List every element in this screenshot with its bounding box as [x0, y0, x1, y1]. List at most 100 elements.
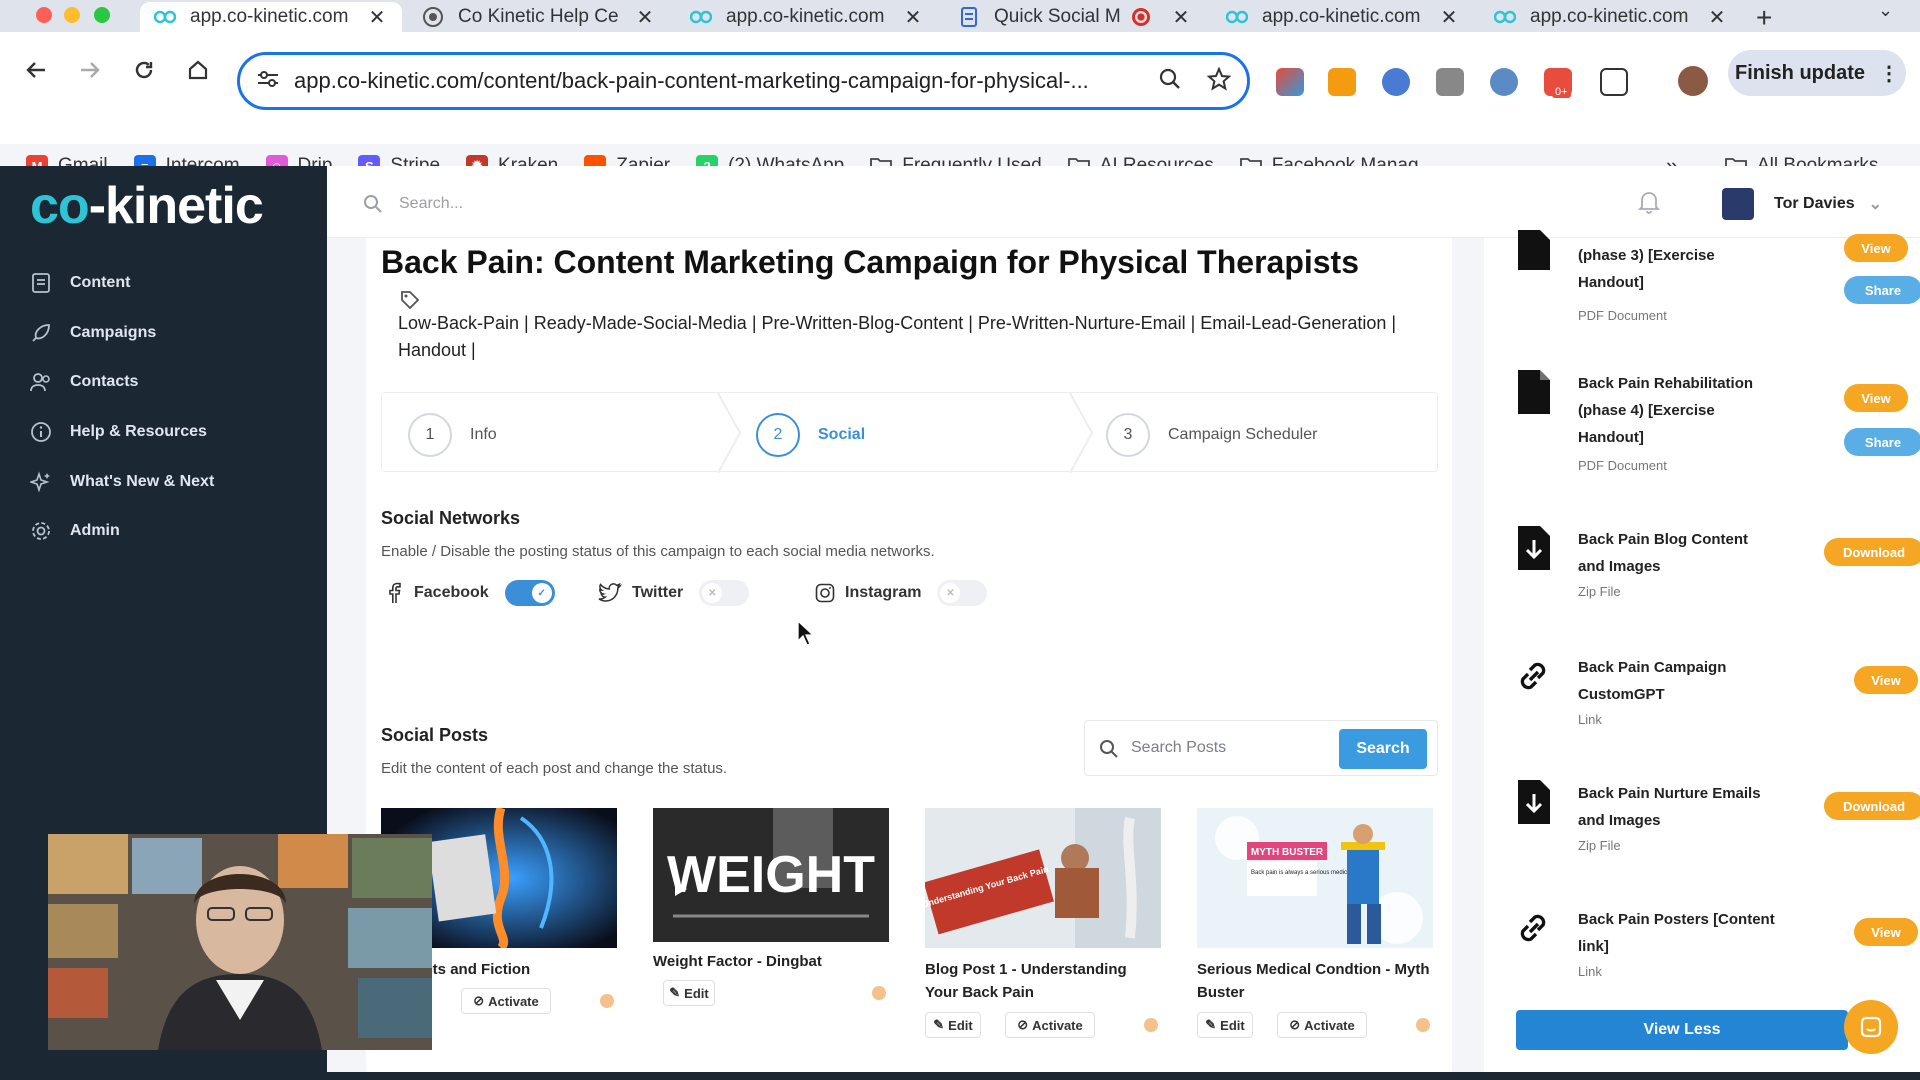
co-kinetic-logo[interactable]: co-kinetic [30, 176, 264, 236]
sidebar-item-campaigns[interactable]: Campaigns [30, 322, 156, 344]
share-button[interactable]: Share [1844, 428, 1920, 456]
minimize-window-button[interactable] [64, 7, 80, 23]
chat-icon [1860, 1016, 1882, 1038]
co-kinetic-favicon-icon [1226, 6, 1248, 28]
profile-avatar[interactable] [1678, 66, 1708, 96]
twitter-toggle[interactable]: ✕ [699, 580, 750, 606]
bell-icon[interactable] [1637, 190, 1661, 219]
extension-notes-icon[interactable] [1328, 68, 1356, 96]
step-social[interactable]: 2 Social [756, 413, 865, 457]
edit-button[interactable]: ✎ Edit [925, 1012, 981, 1038]
browser-tab-2[interactable]: Co Kinetic Help Ce ✕ [408, 2, 670, 32]
circle-check-icon: ⊘ [1289, 1017, 1301, 1032]
chat-launcher-button[interactable] [1844, 1000, 1898, 1054]
reload-icon[interactable] [130, 56, 158, 84]
network-instagram: Instagram ✕ [815, 580, 988, 606]
kebab-menu-icon[interactable]: ⋮ [1879, 61, 1899, 86]
tab-title: app.co-kinetic.com [1530, 6, 1689, 27]
zoom-icon[interactable] [1159, 68, 1181, 95]
edit-button[interactable]: ✎ Edit [1197, 1012, 1253, 1038]
browser-tab-4[interactable]: Quick Social M ✕ [944, 2, 1206, 32]
share-button[interactable]: Share [1844, 276, 1920, 304]
extension-arc-icon[interactable] [1276, 68, 1304, 96]
url-text[interactable]: app.co-kinetic.com/content/back-pain-con… [294, 68, 1159, 94]
tab-close-icon[interactable]: ✕ [366, 5, 388, 30]
sidebar-item-contacts[interactable]: Contacts [30, 371, 138, 393]
download-button[interactable]: Download [1824, 538, 1920, 566]
view-less-button[interactable]: View Less [1516, 1010, 1848, 1050]
global-search-input[interactable]: Search... [363, 194, 463, 214]
logo-kinetic: -kinetic [88, 177, 264, 235]
tab-close-icon[interactable]: ✕ [1438, 5, 1460, 30]
edit-button[interactable]: ✎ Edit [663, 980, 715, 1006]
resource-title: Back Pain Campaign CustomGPT [1578, 659, 1727, 703]
post-image-weight[interactable]: WEIGHT [653, 808, 889, 942]
browser-tab-1[interactable]: app.co-kinetic.com ✕ [140, 2, 402, 32]
activate-label: Activate [488, 993, 539, 1009]
download-file-icon [1518, 526, 1550, 570]
view-button[interactable]: View [1854, 918, 1918, 946]
extension-sync-icon[interactable] [1382, 68, 1410, 96]
view-button[interactable]: View [1844, 234, 1908, 262]
link-icon [1520, 662, 1546, 690]
step-info[interactable]: 1 Info [408, 413, 497, 457]
activate-button[interactable]: ⊘ Activate [1005, 1012, 1095, 1038]
sidebar-item-label: Campaigns [70, 324, 157, 341]
facebook-toggle[interactable]: ✓ [504, 580, 555, 606]
bookmark-star-icon[interactable] [1206, 65, 1232, 96]
main-content: Back Pain: Content Marketing Campaign fo… [366, 238, 1452, 1080]
myth-buster-text: MYTH BUSTER [1251, 847, 1324, 858]
activate-button[interactable]: ⊘ Activate [1277, 1012, 1367, 1038]
x-icon: ✕ [702, 583, 723, 603]
browser-tab-6[interactable]: app.co-kinetic.com ✕ [1480, 2, 1742, 32]
sidebar-item-whats-new[interactable]: What's New & Next [30, 471, 214, 493]
browser-tab-5[interactable]: app.co-kinetic.com ✕ [1212, 2, 1474, 32]
extension-privacy-icon[interactable] [1490, 68, 1518, 96]
site-settings-icon[interactable] [256, 69, 280, 94]
view-button[interactable]: View [1854, 666, 1918, 694]
status-dot [600, 994, 614, 1008]
tab-search-chevron-icon[interactable]: ⌄ [1878, 0, 1893, 21]
tab-close-icon[interactable]: ✕ [1170, 5, 1192, 30]
sidebar-item-admin[interactable]: Admin [30, 520, 120, 542]
view-button[interactable]: View [1844, 384, 1908, 412]
finish-update-button[interactable]: Finish update ⋮ [1728, 50, 1906, 96]
users-icon [30, 373, 50, 392]
search-posts-input[interactable]: Search Posts [1131, 739, 1226, 757]
weight-text: WEIGHT [667, 846, 875, 904]
address-bar[interactable]: app.co-kinetic.com/content/back-pain-con… [237, 52, 1250, 110]
activate-button[interactable]: ⊘ Activate [461, 988, 551, 1014]
social-networks-description: Enable / Disable the posting status of t… [381, 543, 935, 560]
extension-camera-icon[interactable] [1436, 68, 1464, 96]
recording-icon [1132, 8, 1150, 26]
home-icon[interactable] [184, 56, 212, 84]
tab-close-icon[interactable]: ✕ [634, 5, 656, 30]
network-label: Instagram [845, 584, 922, 601]
tab-title: Co Kinetic Help Ce [458, 6, 619, 27]
forward-arrow-icon[interactable] [76, 56, 104, 84]
browser-tab-bar: app.co-kinetic.com ✕ Co Kinetic Help Ce … [0, 0, 1920, 34]
user-menu[interactable]: Tor Davies ⌄ [1722, 188, 1882, 220]
close-window-button[interactable] [36, 7, 52, 23]
back-arrow-icon[interactable] [22, 56, 50, 84]
search-posts-button[interactable]: Search [1339, 729, 1427, 769]
twitter-icon [598, 583, 622, 602]
step-separator-icon [717, 393, 742, 473]
step-campaign-scheduler[interactable]: 3 Campaign Scheduler [1106, 413, 1317, 457]
sidebar-item-help[interactable]: Help & Resources [30, 421, 207, 443]
download-button[interactable]: Download [1824, 792, 1920, 820]
instagram-toggle[interactable]: ✕ [937, 580, 988, 606]
extensions-puzzle-icon[interactable] [1600, 68, 1628, 96]
tab-close-icon[interactable]: ✕ [902, 5, 924, 30]
tab-close-icon[interactable]: ✕ [1706, 5, 1728, 30]
search-posts-field: Search Posts Search [1084, 720, 1438, 776]
post-image-myth-buster[interactable]: MYTH BUSTER Back pain is always a serious… [1197, 808, 1433, 948]
post-image-understanding[interactable]: Understanding Your Back Pain [925, 808, 1161, 948]
new-tab-button[interactable]: + [1756, 2, 1772, 34]
sidebar-item-content[interactable]: Content [30, 272, 130, 294]
sidebar-item-label: What's New & Next [70, 473, 215, 490]
social-posts-title: Social Posts [381, 725, 489, 745]
maximize-window-button[interactable] [94, 7, 110, 23]
browser-tab-3[interactable]: app.co-kinetic.com ✕ [676, 2, 938, 32]
resource-type: PDF Document [1578, 308, 1667, 323]
